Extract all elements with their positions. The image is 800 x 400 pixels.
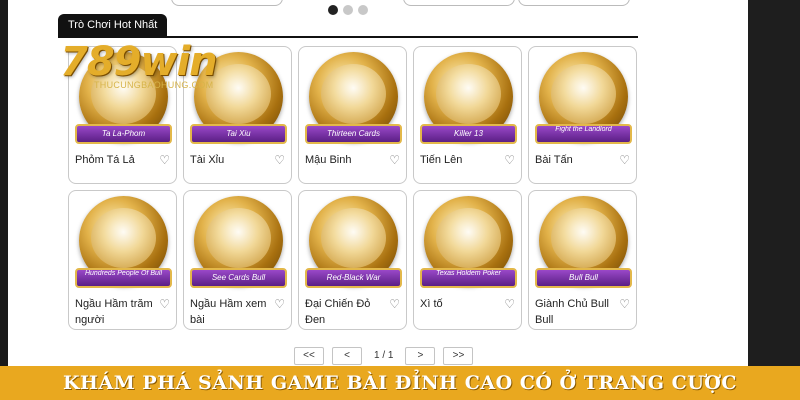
game-title: Ngầu Hầm trăm người xyxy=(75,298,153,326)
carousel-dots xyxy=(328,5,368,15)
pagination: << < 1 / 1 > >> xyxy=(294,347,474,365)
game-thumbnail: Fight the Landlord xyxy=(535,52,632,148)
game-ribbon: Bull Bull xyxy=(535,268,632,288)
game-ribbon: Tai Xiu xyxy=(190,124,287,144)
first-page-button[interactable]: << xyxy=(294,347,324,365)
game-thumbnail: Killer 13 xyxy=(420,52,517,148)
game-thumbnail: Hundreds People Of Bull xyxy=(75,196,172,292)
game-title: Mậu Binh xyxy=(305,154,352,166)
game-card[interactable]: Fight the Landlord Bài Tấn ♡ xyxy=(528,46,637,184)
game-card[interactable]: Bull Bull Giành Chủ Bull Bull ♡ xyxy=(528,190,637,330)
game-title: Đại Chiến Đỏ Đen xyxy=(305,298,371,326)
heart-outline-icon[interactable]: ♡ xyxy=(389,296,400,312)
game-card[interactable]: Texas Holdem Poker Xì tố ♡ xyxy=(413,190,522,330)
game-thumbnail: Thirteen Cards xyxy=(305,52,402,148)
game-title: Ngầu Hầm xem bài xyxy=(190,298,267,326)
game-title: Tài Xỉu xyxy=(190,154,225,166)
game-thumbnail: Red-Black War xyxy=(305,196,402,292)
heart-outline-icon[interactable]: ♡ xyxy=(274,296,285,312)
game-thumbnail: Texas Holdem Poker xyxy=(420,196,517,292)
carousel-dot[interactable] xyxy=(358,5,368,15)
game-thumbnail: Bull Bull xyxy=(535,196,632,292)
game-card[interactable]: Hundreds People Of Bull Ngầu Hầm trăm ng… xyxy=(68,190,177,330)
banner-headline: KHÁM PHÁ SẢNH GAME BÀI ĐỈNH CAO CÓ Ở TRA… xyxy=(63,372,737,394)
promo-banner: KHÁM PHÁ SẢNH GAME BÀI ĐỈNH CAO CÓ Ở TRA… xyxy=(0,366,800,400)
game-title: Tiến Lên xyxy=(420,154,463,166)
game-ribbon: Red-Black War xyxy=(305,268,402,288)
left-dark-strip xyxy=(0,0,8,400)
page-indicator: 1 / 1 xyxy=(374,350,394,361)
heart-outline-icon[interactable]: ♡ xyxy=(389,152,400,168)
heart-outline-icon[interactable]: ♡ xyxy=(159,296,170,312)
game-ribbon: Ta La-Phom xyxy=(75,124,172,144)
carousel-dot[interactable] xyxy=(343,5,353,15)
partial-card xyxy=(403,0,515,6)
game-thumbnail: See Cards Bull xyxy=(190,196,287,292)
heart-outline-icon[interactable]: ♡ xyxy=(504,152,515,168)
game-card[interactable]: Thirteen Cards Mậu Binh ♡ xyxy=(298,46,407,184)
game-lobby: Trò Chơi Hot Nhất Ta La-Phom Phỏm Tá Lả … xyxy=(8,0,748,366)
heart-outline-icon[interactable]: ♡ xyxy=(504,296,515,312)
game-card[interactable]: Killer 13 Tiến Lên ♡ xyxy=(413,46,522,184)
game-ribbon: Hundreds People Of Bull xyxy=(75,268,172,288)
game-title: Phỏm Tá Lả xyxy=(75,154,135,166)
brand-logo: 789win THUCUNGBAOHUNG.COM xyxy=(60,42,238,94)
right-dark-strip xyxy=(748,0,800,400)
game-ribbon: Thirteen Cards xyxy=(305,124,402,144)
game-card[interactable]: See Cards Bull Ngầu Hầm xem bài ♡ xyxy=(183,190,292,330)
last-page-button[interactable]: >> xyxy=(443,347,474,365)
game-title: Xì tố xyxy=(420,298,443,310)
game-ribbon: Killer 13 xyxy=(420,124,517,144)
prev-page-button[interactable]: < xyxy=(332,347,362,365)
heart-outline-icon[interactable]: ♡ xyxy=(619,152,630,168)
partial-card xyxy=(518,0,630,6)
carousel-dot[interactable] xyxy=(328,5,338,15)
section-divider xyxy=(58,36,638,38)
game-title: Giành Chủ Bull Bull xyxy=(535,298,609,326)
game-title: Bài Tấn xyxy=(535,154,573,166)
heart-outline-icon[interactable]: ♡ xyxy=(159,152,170,168)
heart-outline-icon[interactable]: ♡ xyxy=(619,296,630,312)
heart-outline-icon[interactable]: ♡ xyxy=(274,152,285,168)
logo-wordmark: 789win xyxy=(60,39,218,85)
game-ribbon: Fight the Landlord xyxy=(535,124,632,144)
partial-card xyxy=(171,0,283,6)
section-tab-hot-games[interactable]: Trò Chơi Hot Nhất xyxy=(58,14,168,36)
game-card[interactable]: Red-Black War Đại Chiến Đỏ Đen ♡ xyxy=(298,190,407,330)
game-ribbon: Texas Holdem Poker xyxy=(420,268,517,288)
next-page-button[interactable]: > xyxy=(405,347,436,365)
game-ribbon: See Cards Bull xyxy=(190,268,287,288)
